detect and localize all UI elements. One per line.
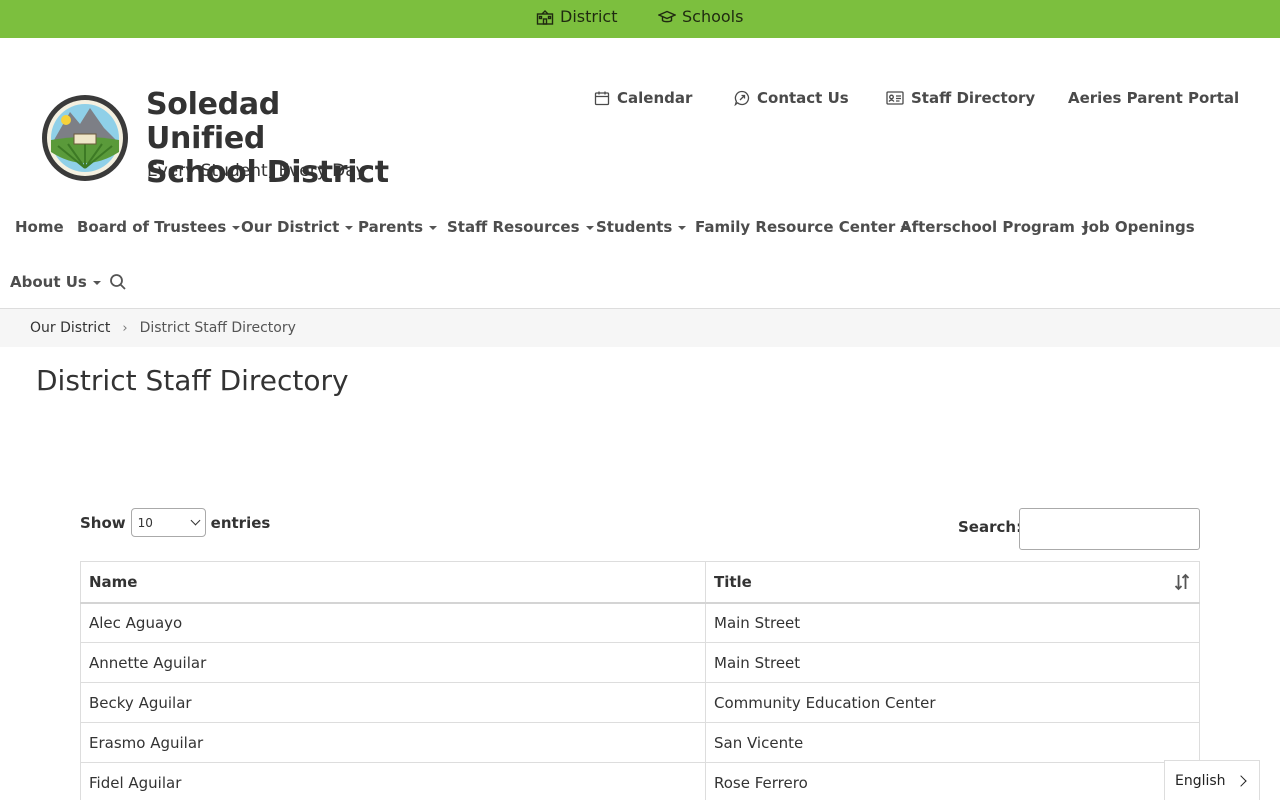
nav-students[interactable]: Students (596, 218, 687, 236)
nav-about-us[interactable]: About Us (10, 273, 101, 291)
nav-board-of-trustees-label: Board of Trustees (77, 218, 227, 236)
graduation-cap-icon (658, 10, 676, 22)
schools-link[interactable]: Schools (658, 7, 743, 26)
nav-board-of-trustees[interactable]: Board of Trustees (77, 218, 241, 236)
column-header-title-label: Title (714, 572, 752, 591)
search-icon (110, 274, 126, 290)
table-header-row: Name Title (80, 561, 1200, 604)
cell-name: Annette Aguilar (80, 642, 706, 683)
entries-label: entries (210, 513, 271, 532)
tagline: Every Student, Every Day (147, 161, 366, 181)
staff-directory-table: Name Title Alec Aguayo Main Street Annet… (80, 561, 1200, 800)
table-row: Annette Aguilar Main Street (80, 642, 1200, 683)
nav-parents[interactable]: Parents (358, 218, 438, 236)
calendar-link[interactable]: Calendar (594, 89, 692, 107)
column-header-name[interactable]: Name (80, 561, 706, 604)
district-link[interactable]: District (536, 7, 617, 26)
nav-about-us-label: About Us (10, 273, 87, 291)
staff-directory-link[interactable]: Staff Directory (886, 89, 1035, 107)
cell-name: Becky Aguilar (80, 682, 706, 723)
sort-icon[interactable] (1174, 573, 1190, 591)
nav-home[interactable]: Home (15, 218, 64, 236)
column-header-name-label: Name (89, 572, 138, 591)
school-building-icon (536, 9, 554, 25)
chevron-down-icon (92, 281, 101, 285)
cell-name: Fidel Aguilar (80, 762, 706, 800)
district-logo[interactable] (36, 94, 134, 182)
aeries-parent-portal-link[interactable]: Aeries Parent Portal (1068, 89, 1239, 107)
nav-family-resource-center-label: Family Resource Center (695, 218, 896, 236)
table-row: Becky Aguilar Community Education Center (80, 682, 1200, 723)
show-label: Show (80, 513, 126, 532)
staff-directory-link-label: Staff Directory (911, 89, 1036, 107)
cell-title: Rose Ferrero (705, 762, 1200, 800)
breadcrumb: Our District › District Staff Directory (0, 309, 1280, 347)
nav-home-label: Home (15, 218, 64, 236)
nav-students-label: Students (596, 218, 673, 236)
nav-our-district-label: Our District (241, 218, 340, 236)
entries-per-page-select[interactable]: 10 (130, 508, 206, 537)
show-entries-control: Show 10 entries (80, 508, 270, 537)
aeries-parent-portal-label: Aeries Parent Portal (1068, 89, 1240, 107)
id-card-icon (886, 91, 904, 105)
chevron-down-icon (232, 226, 241, 230)
cell-name: Erasmo Aguilar (80, 722, 706, 763)
page-title: District Staff Directory (36, 364, 349, 397)
nav-job-openings[interactable]: Job Openings (1083, 218, 1195, 236)
table-row: Fidel Aguilar Rose Ferrero (80, 762, 1200, 800)
calendar-link-label: Calendar (617, 89, 693, 107)
nav-our-district[interactable]: Our District (241, 218, 354, 236)
schools-link-label: Schools (682, 7, 744, 26)
language-selector-label: English (1175, 772, 1226, 789)
nav-search-button[interactable] (109, 273, 127, 291)
table-search-input[interactable] (1019, 508, 1200, 550)
nav-staff-resources-label: Staff Resources (447, 218, 580, 236)
cell-title: San Vicente (705, 722, 1200, 763)
chat-bubble-icon (734, 90, 750, 106)
chevron-down-icon (190, 515, 201, 526)
nav-afterschool-program-label: Afterschool Program (900, 218, 1075, 236)
entries-select-value: 10 (137, 515, 153, 530)
nav-job-openings-label: Job Openings (1083, 218, 1195, 236)
breadcrumb-separator-icon: › (122, 320, 128, 336)
table-row: Erasmo Aguilar San Vicente (80, 722, 1200, 763)
cell-title: Main Street (705, 602, 1200, 643)
nav-afterschool-program[interactable]: Afterschool Program (900, 218, 1089, 236)
table-row: Alec Aguayo Main Street (80, 602, 1200, 643)
nav-family-resource-center[interactable]: Family Resource Center (695, 218, 910, 236)
chevron-down-icon (585, 226, 594, 230)
nav-parents-label: Parents (358, 218, 424, 236)
top-utility-bar: District Schools (0, 0, 1280, 38)
site-name-line1: Soledad Unified (146, 87, 280, 156)
chevron-down-icon (678, 226, 687, 230)
chevron-down-icon (429, 226, 438, 230)
column-header-title[interactable]: Title (705, 561, 1200, 604)
breadcrumb-current: District Staff Directory (139, 320, 296, 336)
nav-staff-resources[interactable]: Staff Resources (447, 218, 594, 236)
contact-us-link-label: Contact Us (757, 89, 849, 107)
cell-name: Alec Aguayo (80, 602, 706, 643)
district-link-label: District (560, 7, 618, 26)
search-label: Search: (958, 518, 1023, 536)
cell-title: Main Street (705, 642, 1200, 683)
cell-title: Community Education Center (705, 682, 1200, 723)
chevron-right-icon (1235, 774, 1247, 787)
calendar-icon (594, 91, 610, 106)
contact-us-link[interactable]: Contact Us (734, 89, 849, 107)
chevron-down-icon (345, 226, 354, 230)
breadcrumb-our-district[interactable]: Our District (30, 320, 110, 336)
language-selector[interactable]: English (1164, 760, 1260, 800)
